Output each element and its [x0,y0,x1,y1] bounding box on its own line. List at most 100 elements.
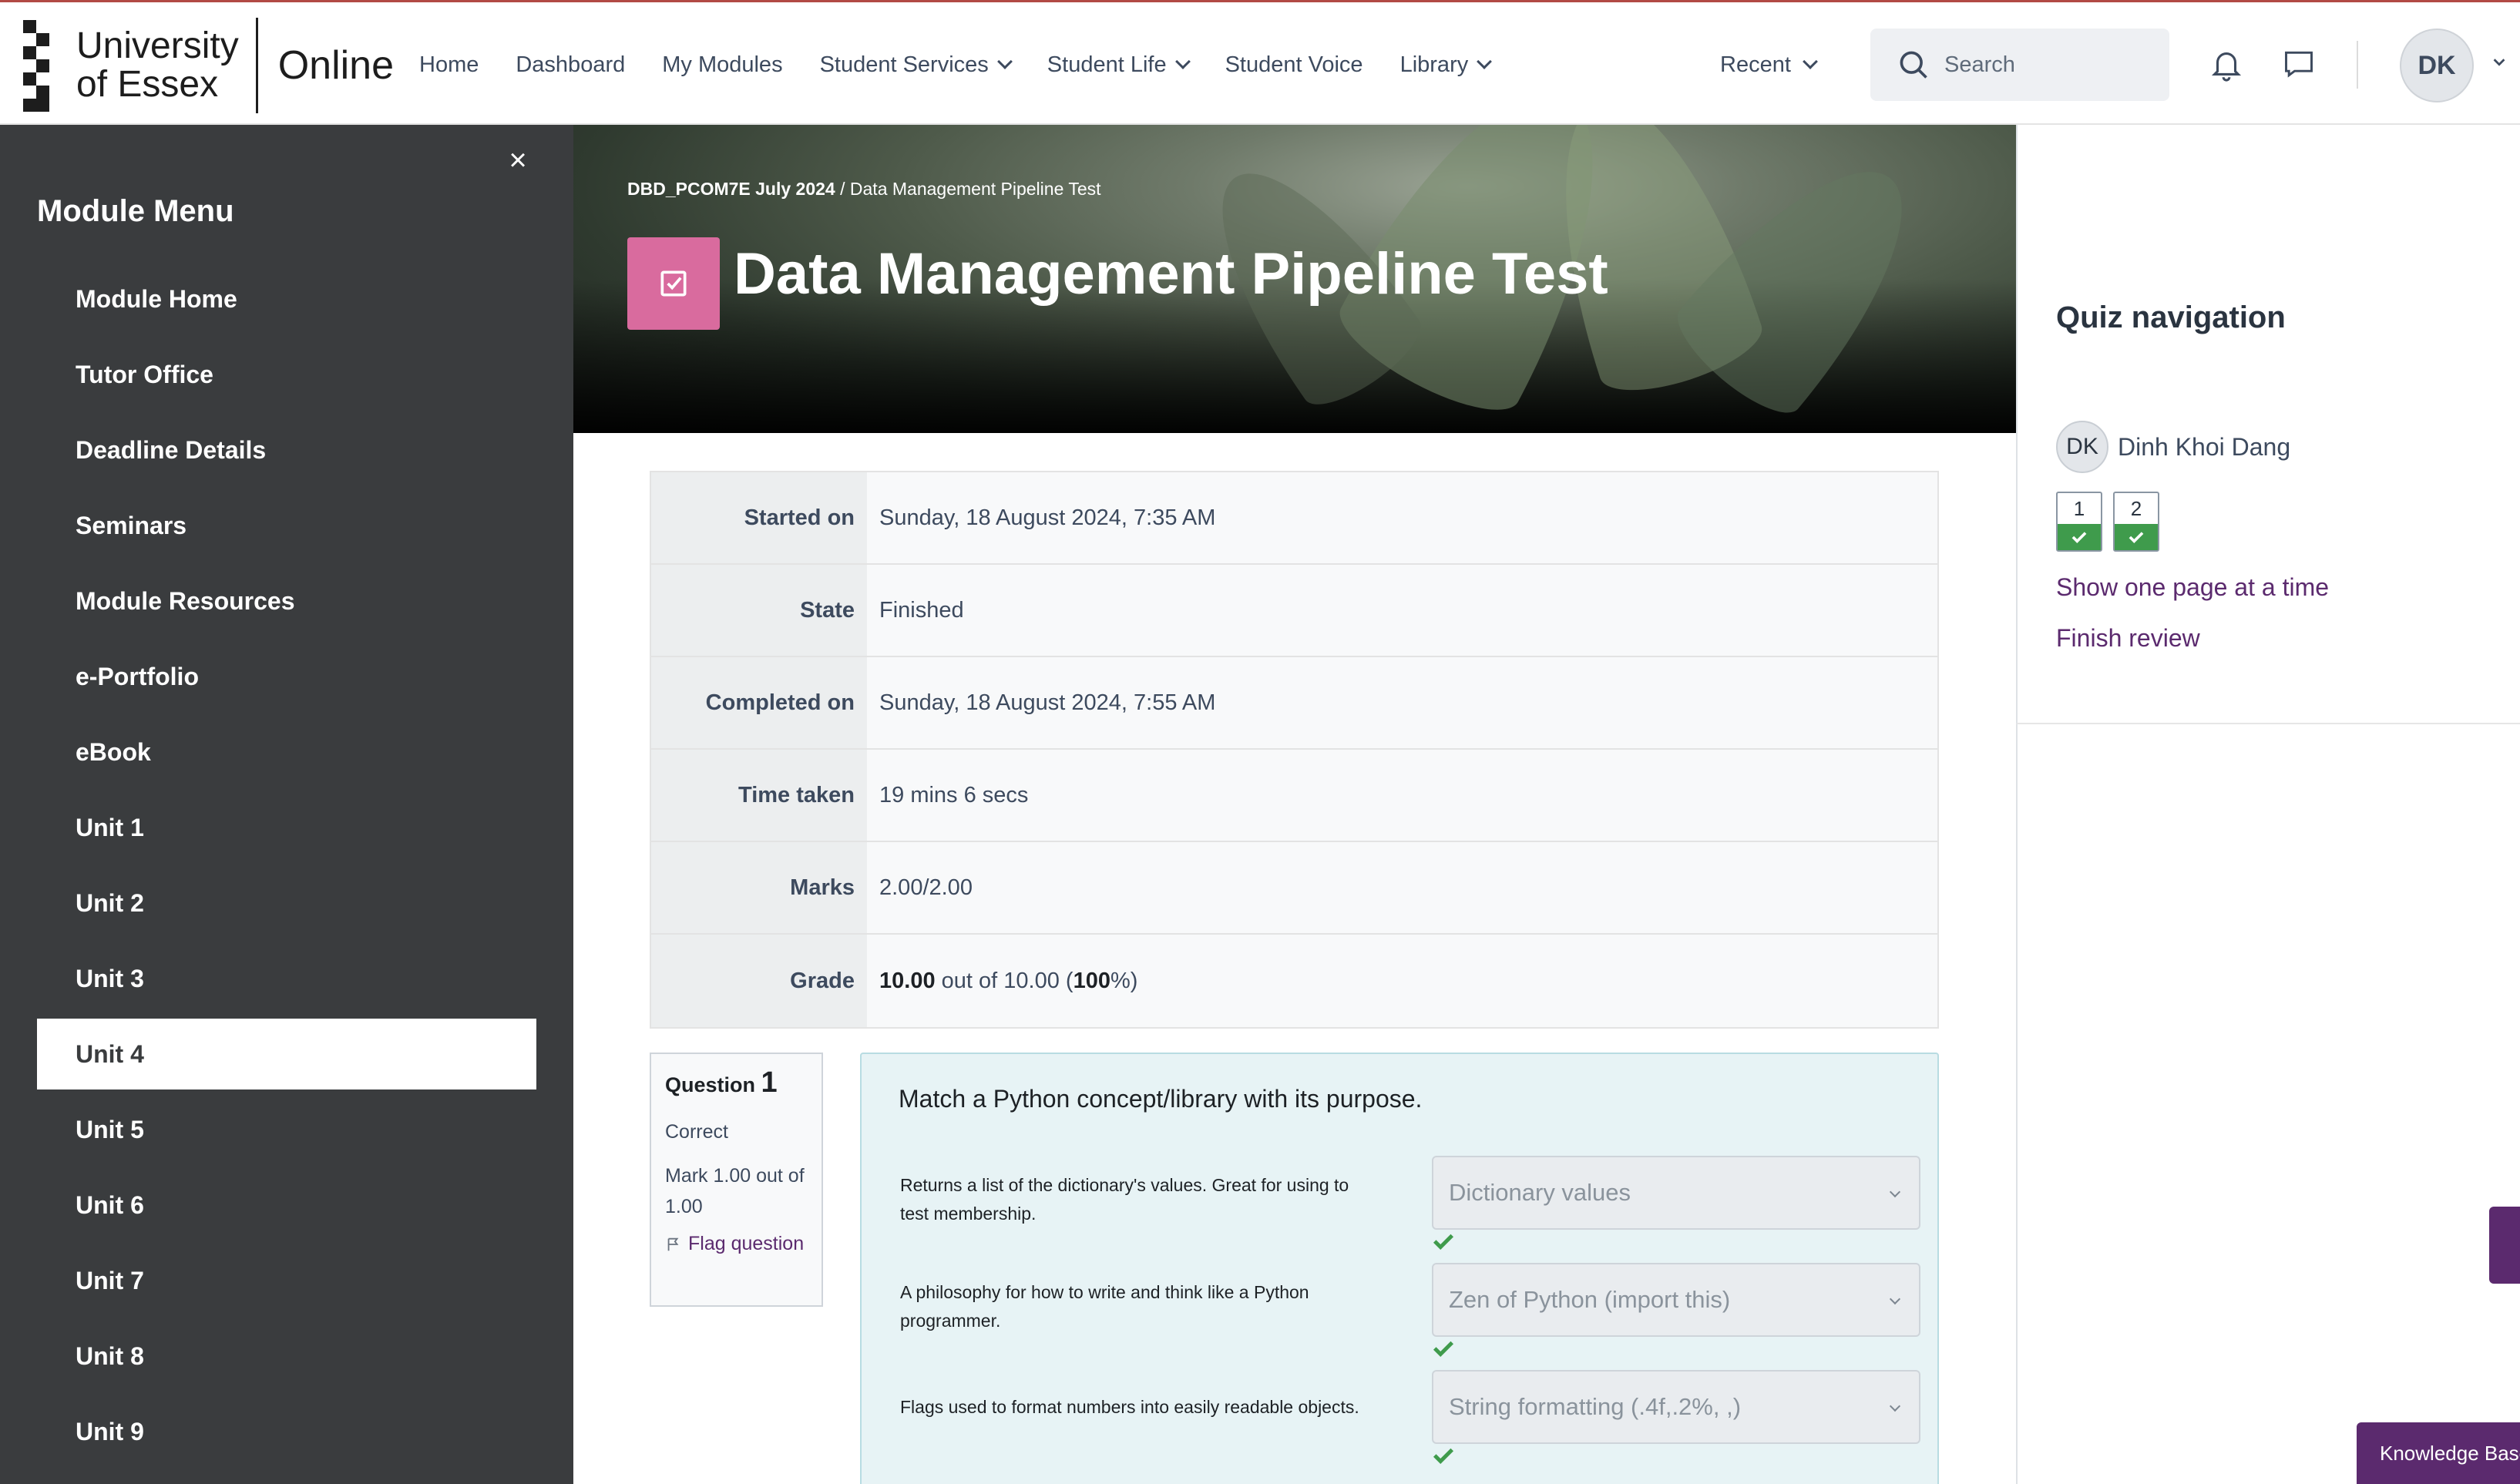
user-avatar[interactable]: DK [2400,29,2474,102]
summary-key: Time taken [651,750,867,841]
flag-question-button[interactable]: Flag question [665,1233,808,1255]
nav-student-services[interactable]: Student Services [801,52,1029,78]
menu-item-tutor-office[interactable]: Tutor Office [37,339,536,410]
attempt-summary-table: Started on Sunday, 18 August 2024, 7:35 … [650,471,1939,1029]
match-prompt: Flags used to format numbers into easily… [900,1397,1359,1417]
correct-check-icon [1433,1341,1454,1358]
show-one-page-link[interactable]: Show one page at a time [2056,573,2329,602]
nav-dashboard[interactable]: Dashboard [497,52,643,78]
menu-item-deadline-details[interactable]: Deadline Details [37,415,536,485]
match-answer-select[interactable]: Zen of Python (import this) [1432,1263,1920,1337]
university-logo[interactable]: University of Essex Online [23,18,394,113]
summary-key: State [651,565,867,656]
match-answer-select[interactable]: String formatting (.4f,.2%, ,) [1432,1370,1920,1444]
menu-item-module-home[interactable]: Module Home [37,264,536,334]
feedback-side-tab[interactable] [2489,1207,2520,1284]
match-answer-select[interactable]: Dictionary values [1432,1156,1920,1230]
logo-line-2: of Essex [76,64,219,105]
nav-my-modules-label: My Modules [662,52,783,77]
page-header-banner: DBD_PCOM7E July 2024 / Data Management P… [573,125,2016,433]
recent-dropdown[interactable]: Recent [1720,2,1818,127]
grade-percent: 100 [1073,968,1110,993]
question-nav-number: 2 [2130,496,2142,520]
summary-value: 2.00/2.00 [867,842,1937,933]
menu-item-unit-9[interactable]: Unit 9 [37,1396,536,1467]
menu-item-ebook[interactable]: eBook [37,717,536,787]
flag-icon [667,1237,679,1251]
summary-key: Marks [651,842,867,933]
menu-item-unit-5[interactable]: Unit 5 [37,1094,536,1165]
quiz-navigation-title: Quiz navigation [2056,300,2286,334]
chevron-down-icon [996,54,1013,69]
breadcrumb-course-link[interactable]: DBD_PCOM7E July 2024 [627,179,835,199]
notification-bell-icon[interactable] [2209,45,2244,82]
menu-item-unit-1[interactable]: Unit 1 [37,792,536,863]
summary-key: Started on [651,472,867,563]
grade-out-of: out of 10.00 [941,968,1060,993]
logo-divider [255,18,258,113]
user-menu-chevron-down-icon[interactable] [2491,53,2508,70]
menu-item-unit-7[interactable]: Unit 7 [37,1245,536,1316]
summary-key: Completed on [651,657,867,748]
match-prompt: A philosophy for how to write and think … [900,1282,1309,1331]
nav-library[interactable]: Library [1382,52,1509,78]
drawer-border [2016,724,2018,1484]
summary-value: Sunday, 18 August 2024, 7:55 AM [867,657,1937,748]
summary-value: Sunday, 18 August 2024, 7:35 AM [867,472,1937,563]
chevron-down-icon [1477,54,1493,69]
nav-my-modules[interactable]: My Modules [643,52,801,78]
search-icon [1900,51,1927,79]
nav-dashboard-label: Dashboard [516,52,626,77]
question-nav-button-1[interactable]: 1 [2056,492,2102,552]
nav-student-life-label: Student Life [1047,52,1167,77]
main-nav: Home Dashboard My Modules Student Servic… [401,2,1508,127]
menu-item-unit-6[interactable]: Unit 6 [37,1170,536,1241]
menu-item-seminars[interactable]: Seminars [37,490,536,561]
correct-check-icon [1433,1234,1454,1251]
finish-review-link[interactable]: Finish review [2056,624,2200,653]
nav-student-voice-label: Student Voice [1225,52,1363,77]
match-answer-value: String formatting (.4f,.2%, ,) [1449,1393,1742,1420]
menu-item-unit-8[interactable]: Unit 8 [37,1321,536,1392]
table-row: Grade 10.00 out of 10.00 (100%) [651,935,1937,1027]
close-drawer-icon[interactable]: × [502,145,533,176]
flag-question-label: Flag question [688,1233,805,1254]
page-title: Data Management Pipeline Test [734,241,1608,307]
breadcrumb: DBD_PCOM7E July 2024 / Data Management P… [627,179,1101,200]
match-answer-value: Zen of Python (import this) [1449,1286,1731,1313]
menu-item-e-portfolio[interactable]: e-Portfolio [37,641,536,712]
grade-value: 10.00 out of 10.00 (100%) [867,935,1937,1027]
match-prompt: Returns a list of the dictionary's value… [900,1175,1349,1224]
module-menu-drawer: × Module Menu Module Home Tutor Office D… [0,125,573,1484]
grade-paren-close: %) [1110,968,1138,993]
nav-home[interactable]: Home [401,52,497,78]
chevron-down-icon [1889,1293,1901,1305]
menu-item-unit-2[interactable]: Unit 2 [37,868,536,938]
nav-home-label: Home [419,52,479,77]
logo-suffix: Online [277,43,395,88]
nav-student-voice[interactable]: Student Voice [1207,52,1382,78]
menu-item-unit-4[interactable]: Unit 4 [37,1019,536,1089]
search-input[interactable]: Search [1870,29,2169,101]
match-answer-value: Dictionary values [1449,1179,1631,1206]
module-menu-title: Module Menu [37,194,234,228]
question-label: Question [665,1073,756,1096]
search-placeholder: Search [1944,52,2015,77]
messages-icon[interactable] [2281,47,2317,81]
summary-value: Finished [867,565,1937,656]
summary-key: Grade [651,935,867,1027]
knowledge-base-button[interactable]: Knowledge Base [2357,1422,2520,1484]
question-nav-button-2[interactable]: 2 [2113,492,2159,552]
breadcrumb-separator: / [840,179,845,199]
quiz-user-avatar: DK [2056,421,2108,473]
question-number-value: 1 [761,1066,778,1099]
top-navbar: University of Essex Online Home Dashboar… [0,0,2520,125]
nav-student-life[interactable]: Student Life [1029,52,1207,78]
menu-item-module-resources[interactable]: Module Resources [37,566,536,636]
table-row: Started on Sunday, 18 August 2024, 7:35 … [651,472,1937,565]
breadcrumb-current: Data Management Pipeline Test [849,179,1101,199]
banner-plant-leaf [1663,129,1950,429]
question-content: Match a Python concept/library with its … [860,1053,1939,1484]
menu-item-unit-3[interactable]: Unit 3 [37,943,536,1014]
logo-line-1: University [76,25,239,66]
